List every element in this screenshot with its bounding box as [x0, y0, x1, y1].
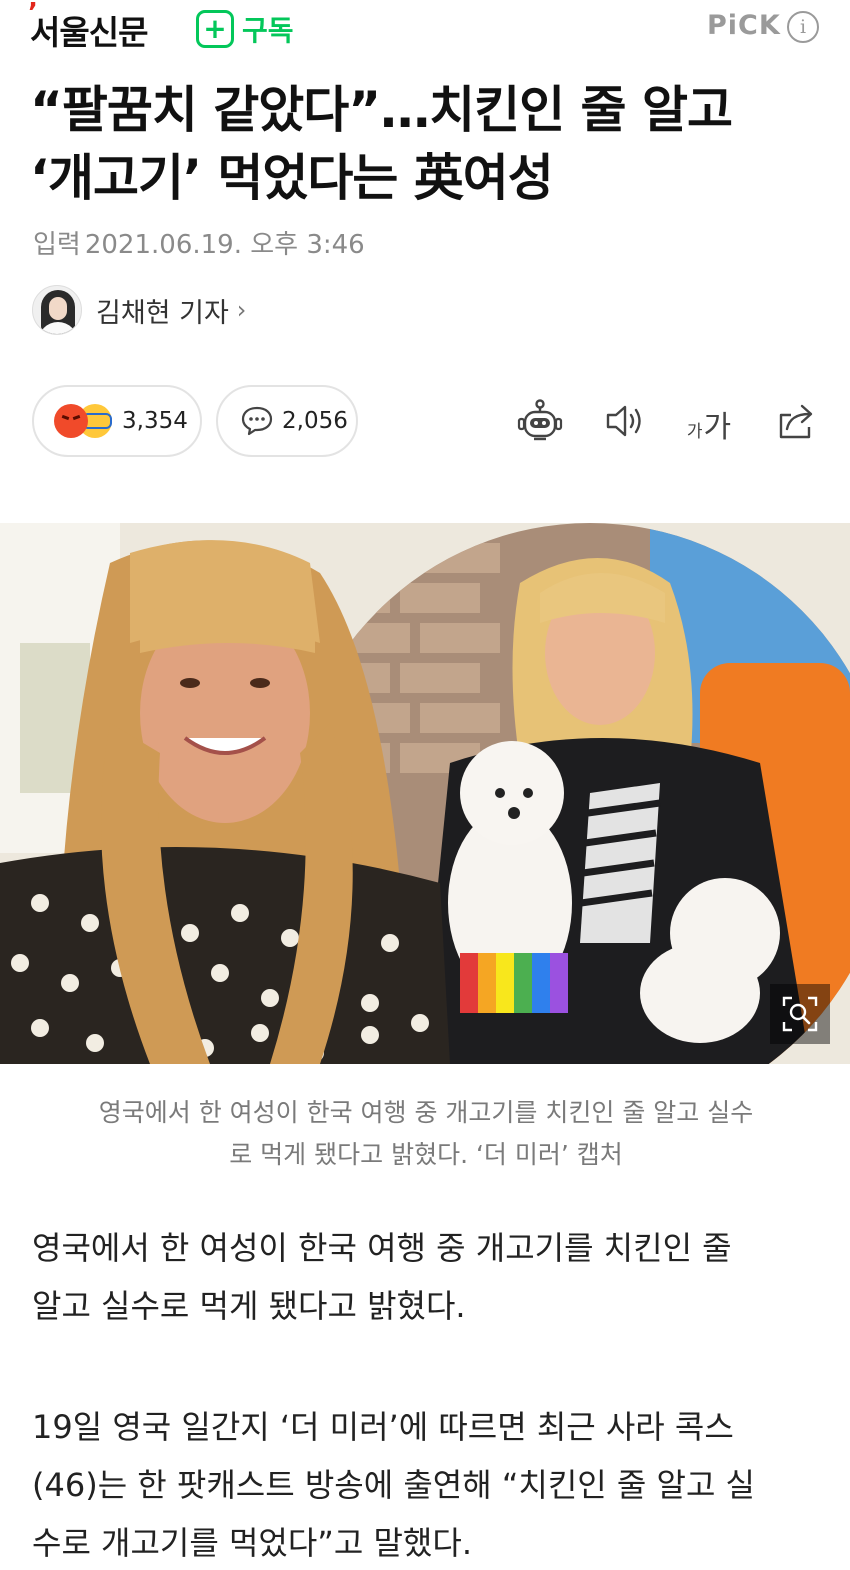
caption-line-2: 로 먹게 됐다고 밝혔다. ‘더 미러’ 캡처 [229, 1140, 623, 1169]
reporter-link[interactable]: 김채현 기자 › [32, 285, 246, 335]
top-bar: ʼ 서울신문 + 구독 PiCK i [0, 0, 850, 58]
body-line: 알고 실수로 먹게 됐다고 밝혔다. [32, 1287, 466, 1325]
headline-line-2: ‘개고기’ 먹었다는 英여성 [30, 149, 554, 207]
share-icon [779, 404, 813, 439]
comment-icon [241, 406, 273, 436]
pick-label: PiCK [707, 10, 781, 41]
read-aloud-button[interactable] [600, 396, 648, 446]
zoom-icon [782, 996, 818, 1032]
article-headline: “팔꿈치 같았다”…치킨인 줄 알고 ‘개고기’ 먹었다는 英여성 [30, 76, 820, 212]
body-line: 수로 개고기를 먹었다”고 말했다. [32, 1524, 472, 1562]
font-size-large-label: 가 [703, 410, 732, 445]
reaction-button[interactable]: 3,354 [32, 385, 202, 457]
reporter-avatar [32, 285, 82, 335]
comment-count: 2,056 [282, 408, 348, 434]
press-name: 서울신문 [30, 13, 148, 52]
body-line: 영국에서 한 여성이 한국 여행 중 개고기를 치킨인 줄 [32, 1229, 732, 1267]
body-paragraph: 19일 영국 일간지 ‘더 미러’에 따르면 최근 사라 콕스 (46)는 한 … [32, 1398, 822, 1570]
font-size-button[interactable]: 가가 [684, 396, 734, 446]
photo-caption: 영국에서 한 여성이 한국 여행 중 개고기를 치킨인 줄 알고 실수 로 먹게… [36, 1092, 816, 1176]
subscribe-button[interactable]: + 구독 [196, 10, 294, 48]
robot-icon [517, 399, 563, 441]
headline-line-1: “팔꿈치 같았다”…치킨인 줄 알고 [30, 81, 733, 139]
speaker-icon [606, 405, 641, 437]
font-size-small-label: 가 [686, 422, 703, 442]
publish-date: 입력 2021.06.19. 오후 3:46 [33, 224, 365, 261]
plus-icon: + [196, 10, 234, 48]
date-label: 입력 [33, 230, 81, 260]
article-photo[interactable] [0, 523, 850, 1064]
body-paragraph: 영국에서 한 여성이 한국 여행 중 개고기를 치킨인 줄 알고 실수로 먹게 … [32, 1219, 822, 1335]
body-line: 19일 영국 일간지 ‘더 미러’에 따르면 최근 사라 콕스 [32, 1408, 734, 1446]
angry-emoji-icon [54, 404, 88, 438]
photo-zoom-button[interactable] [770, 984, 830, 1044]
photo-illustration [0, 523, 850, 1064]
subscribe-label: 구독 [242, 14, 294, 47]
logo-accent-mark: ʼ [28, 0, 38, 28]
press-logo[interactable]: ʼ 서울신문 [28, 0, 148, 54]
comment-button[interactable]: 2,056 [216, 385, 358, 457]
body-line: (46)는 한 팟캐스트 방송에 출연해 “치킨인 줄 알고 실 [32, 1466, 756, 1504]
info-icon[interactable]: i [787, 11, 819, 43]
share-button[interactable] [774, 396, 818, 446]
summary-bot-button[interactable] [514, 396, 566, 446]
reaction-count: 3,354 [122, 408, 188, 434]
date-value: 2021.06.19. 오후 3:46 [84, 230, 365, 260]
chevron-right-icon: › [236, 296, 247, 324]
reporter-name: 김채현 기자 [96, 297, 229, 329]
caption-line-1: 영국에서 한 여성이 한국 여행 중 개고기를 치킨인 줄 알고 실수 [98, 1098, 754, 1127]
